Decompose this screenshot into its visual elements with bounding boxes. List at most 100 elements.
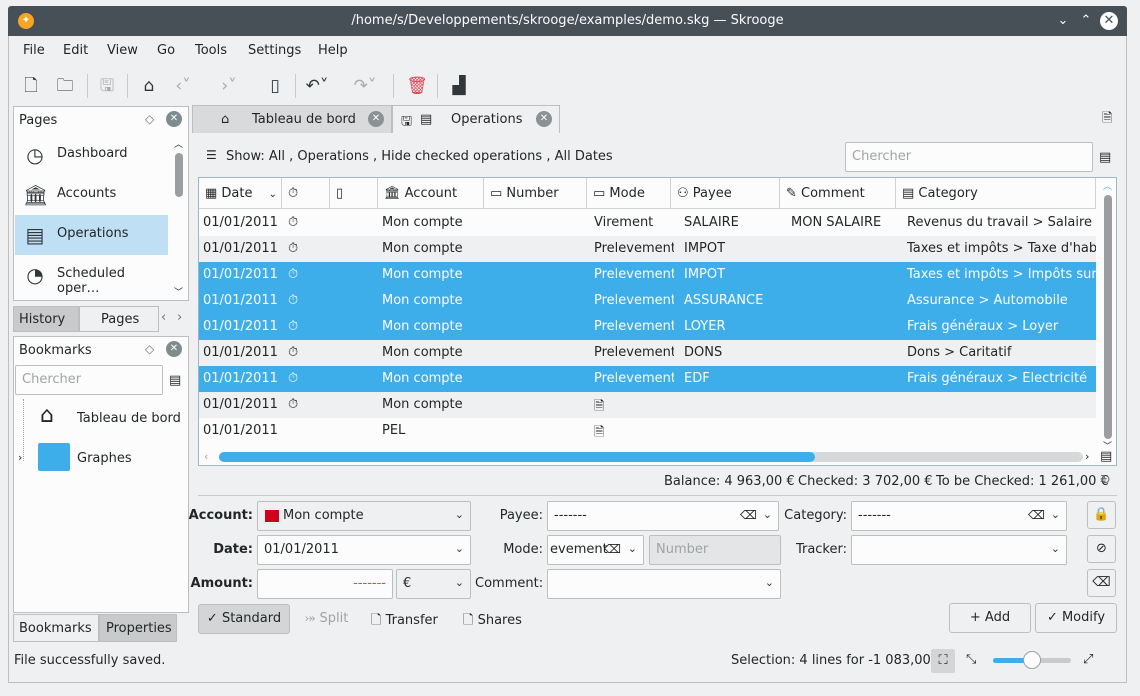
page-item-accounts[interactable]: 🏛 Accounts xyxy=(15,175,168,215)
config-icon[interactable]: ▤ xyxy=(169,373,181,388)
scroll-thumb[interactable] xyxy=(219,452,816,462)
menu-go[interactable]: Go xyxy=(157,43,175,58)
table-row[interactable]: 01/01/2011 PEL 🗎 xyxy=(199,418,1096,444)
table-horizontal-scrollbar[interactable] xyxy=(219,452,1083,462)
tab-history[interactable]: History xyxy=(13,306,79,332)
table-row[interactable]: 01/01/2011 ⏱ Mon compte Virement SALAIRE MON … xyxy=(199,210,1096,236)
operations-search-input[interactable]: Chercher xyxy=(845,142,1093,172)
config-icon[interactable]: ▤ xyxy=(1099,150,1111,165)
close-window-icon[interactable]: ✕ xyxy=(1100,12,1118,30)
chart-icon[interactable]: ▟ xyxy=(445,72,473,100)
back-icon[interactable]: ‹˅ xyxy=(169,72,197,100)
category-combo[interactable]: ------- ⌫ ⌄ xyxy=(851,501,1067,531)
menu-help[interactable]: Help xyxy=(318,43,348,58)
redo-icon[interactable]: ↷˅ xyxy=(351,72,379,100)
column-header-bookmarked[interactable]: ▯ xyxy=(330,178,378,209)
tab-operations[interactable]: 🖫 ▤ Operations ✕ xyxy=(392,105,560,133)
config-icon[interactable]: ▤ xyxy=(1100,449,1112,464)
tab-properties[interactable]: Properties xyxy=(99,614,177,642)
filter-summary[interactable]: Show: All , Operations , Hide checked op… xyxy=(226,149,613,164)
number-field[interactable]: Number xyxy=(649,535,781,565)
payee-combo[interactable]: ------- ⌫ ⌄ xyxy=(547,501,779,531)
scroll-up-icon[interactable]: ︿ xyxy=(1103,179,1112,192)
scroll-down-icon[interactable]: ﹀ xyxy=(174,285,183,298)
forward-icon[interactable]: ›˅ xyxy=(215,72,243,100)
modify-button[interactable]: ✓ Modify xyxy=(1035,603,1117,633)
tab-standard[interactable]: ✓ Standard xyxy=(198,604,290,634)
refresh-icon[interactable]: ↻ xyxy=(1100,473,1111,488)
column-header-mode[interactable]: ▭ Mode xyxy=(587,178,671,209)
table-row[interactable]: 01/01/2011 ⏱ Mon compte Prelevement DONS Dons… xyxy=(199,340,1096,366)
table-row[interactable]: 01/01/2011 ⏱ Mon compte 🗎 xyxy=(199,392,1096,418)
check-status-button[interactable]: ⊘ xyxy=(1087,535,1116,563)
clear-icon[interactable]: ⌫ xyxy=(1028,508,1045,522)
close-panel-icon[interactable]: ✕ xyxy=(166,111,182,127)
undo-icon[interactable]: ↶˅ xyxy=(303,72,331,100)
tab-scroll-right-icon[interactable]: › xyxy=(177,310,182,325)
home-icon[interactable]: ⌂ xyxy=(135,72,163,100)
bookmark-graphes[interactable]: Graphes xyxy=(77,451,132,466)
save-icon[interactable]: 🖫 xyxy=(93,72,121,100)
column-header-category[interactable]: ▤ Category xyxy=(896,178,1096,209)
bookmarks-search-input[interactable]: Chercher xyxy=(15,365,163,395)
close-tab-icon[interactable]: ✕ xyxy=(368,111,384,127)
table-row[interactable]: 01/01/2011 ⏱ Mon compte Prelevement ASSURANC… xyxy=(199,288,1096,314)
tab-transfer[interactable]: 🗋 Transfer xyxy=(371,611,438,633)
menu-edit[interactable]: Edit xyxy=(63,43,88,58)
menu-file[interactable]: File xyxy=(23,43,45,58)
clear-icon[interactable]: ⌫ xyxy=(604,542,621,556)
column-header-number[interactable]: ▭ Number xyxy=(484,178,587,209)
tab-bookmarks[interactable]: Bookmarks xyxy=(13,614,99,642)
column-header-date[interactable]: ▦ Date ⌄ xyxy=(199,178,282,209)
delete-icon[interactable]: 🗑 xyxy=(403,72,431,100)
tab-shares[interactable]: 🗋 Shares xyxy=(463,611,522,633)
fullscreen-icon[interactable]: ⤢ xyxy=(1083,652,1093,667)
menu-view[interactable]: View xyxy=(107,43,138,58)
bookmark-tableau-de-bord[interactable]: Tableau de bord xyxy=(77,411,181,426)
zoom-slider-knob[interactable] xyxy=(1023,651,1041,669)
table-row[interactable]: 01/01/2011 ⏱ Mon compte Prelevement EDF Frais… xyxy=(199,366,1096,392)
page-item-operations[interactable]: ▤ Operations xyxy=(15,215,168,255)
lock-button[interactable]: 🔒 xyxy=(1087,501,1116,529)
scroll-right-icon[interactable]: › xyxy=(1085,450,1089,463)
scroll-left-icon[interactable]: ‹ xyxy=(204,450,208,463)
column-header-comment[interactable]: ✎ Comment xyxy=(780,178,896,209)
amount-field[interactable]: ------- xyxy=(257,569,393,599)
scroll-up-icon[interactable]: ︿ xyxy=(174,137,183,150)
table-row[interactable]: 01/01/2011 ⏱ Mon compte Prelevement LOYER Fra… xyxy=(199,314,1096,340)
minimize-icon[interactable]: ⌄ xyxy=(1053,11,1073,31)
bookmark-icon[interactable]: ▯ xyxy=(261,72,289,100)
scroll-thumb[interactable] xyxy=(1104,195,1112,439)
expand-arrow-icon[interactable]: › xyxy=(18,451,22,464)
account-select[interactable]: Mon compte ⌄ xyxy=(257,501,471,531)
tracker-combo[interactable]: ⌄ xyxy=(851,535,1067,565)
pages-scrollbar[interactable]: ︿ ﹀ xyxy=(174,137,184,298)
scroll-thumb[interactable] xyxy=(175,153,183,197)
tab-split[interactable]: ⤖ Split xyxy=(305,611,348,626)
float-panel-icon[interactable]: ◇ xyxy=(145,342,154,356)
menu-settings[interactable]: Settings xyxy=(248,43,301,58)
new-tab-icon[interactable]: 🗎 xyxy=(1102,109,1112,131)
fit-icon[interactable]: ⛶ xyxy=(931,649,955,673)
table-row[interactable]: 01/01/2011 ⏱ Mon compte Prelevement IMPOT Tax… xyxy=(199,262,1096,288)
mode-combo[interactable]: evement ⌫ ⌄ xyxy=(547,535,644,565)
close-tab-icon[interactable]: ✕ xyxy=(536,111,552,127)
tab-tableau-de-bord[interactable]: ⌂ Tableau de bord ✕ xyxy=(192,105,392,133)
tab-pages[interactable]: Pages xyxy=(79,306,159,332)
clear-icon[interactable]: ⌫ xyxy=(740,508,757,522)
clear-form-button[interactable]: ⌫ xyxy=(1087,569,1116,597)
menu-tools[interactable]: Tools xyxy=(195,43,227,58)
column-header-scheduled[interactable]: ⏱ xyxy=(282,178,330,209)
currency-select[interactable]: € ⌄ xyxy=(396,569,471,599)
float-panel-icon[interactable]: ◇ xyxy=(145,112,154,126)
page-item-dashboard[interactable]: ◷ Dashboard xyxy=(15,135,168,175)
date-field[interactable]: 01/01/2011 ⌄ xyxy=(257,535,471,565)
page-item-scheduled[interactable]: ◔ Scheduled oper… xyxy=(15,255,168,296)
column-header-payee[interactable]: ⚇ Payee xyxy=(671,178,780,209)
zoom-slider[interactable] xyxy=(993,651,1071,669)
table-vertical-scrollbar[interactable]: ︿ ﹀ xyxy=(1103,182,1113,457)
add-button[interactable]: + Add xyxy=(949,603,1031,633)
column-header-account[interactable]: 🏛 Account xyxy=(378,178,484,209)
zoom-reset-icon[interactable]: ⤡ xyxy=(966,652,976,667)
comment-combo[interactable]: ⌄ xyxy=(547,569,781,599)
